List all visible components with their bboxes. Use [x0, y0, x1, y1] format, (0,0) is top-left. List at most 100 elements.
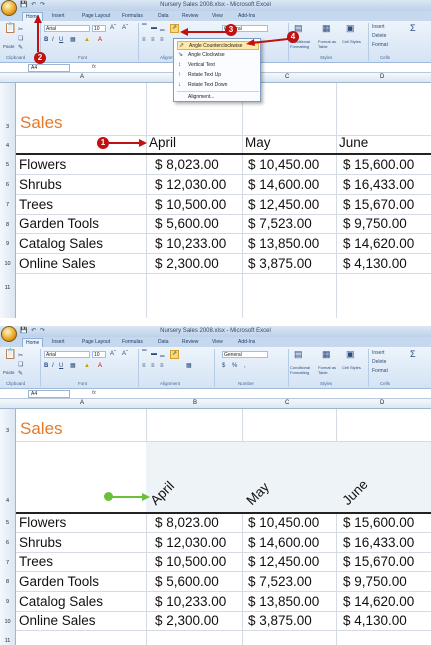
paste-label[interactable]: Paste [3, 43, 15, 50]
sheet-title[interactable]: Sales [20, 419, 63, 439]
product-cell[interactable]: Garden Tools [19, 215, 99, 232]
cut-icon[interactable]: ✂ [18, 353, 23, 360]
menu-item-rotate-text-down[interactable]: ↓ Rotate Text Down [177, 81, 259, 90]
tab-view[interactable]: View [212, 339, 223, 345]
conditional-formatting-label[interactable]: Conditional Formatting [290, 365, 316, 375]
paste-icon[interactable]: 📋 [4, 24, 16, 34]
shrink-font-icon[interactable]: Aˇ [122, 351, 128, 358]
tab-insert[interactable]: Insert [52, 13, 65, 19]
june-value[interactable]: $ 14,620.00 [343, 235, 414, 252]
align-bottom-icon[interactable]: ▁ [160, 25, 165, 32]
align-center-icon[interactable]: ≡ [151, 37, 155, 44]
may-value[interactable]: $ 7,523.00 [248, 215, 312, 232]
june-value[interactable]: $ 9,750.00 [343, 215, 407, 232]
june-value[interactable]: $ 14,620.00 [343, 593, 414, 610]
font-name-box[interactable]: Arial [44, 351, 90, 358]
may-value[interactable]: $ 3,875.00 [248, 255, 312, 272]
fx-icon[interactable]: fx [92, 390, 96, 396]
copy-icon[interactable]: ❏ [18, 362, 23, 369]
april-value[interactable]: $ 10,233.00 [155, 235, 226, 252]
row-header-5[interactable]: 5 [0, 154, 16, 174]
conditional-formatting-icon[interactable]: ▤ [294, 350, 303, 359]
format-table-label[interactable]: Format as Table [318, 39, 342, 49]
sheet-title[interactable]: Sales [20, 113, 63, 133]
april-value[interactable]: $ 10,500.00 [155, 553, 226, 570]
row-header-5[interactable]: 5 [0, 512, 16, 532]
product-cell[interactable]: Online Sales [19, 612, 96, 629]
month-june[interactable]: June [339, 135, 368, 150]
align-middle-icon[interactable]: ▬ [151, 351, 157, 358]
underline-icon[interactable]: U [59, 363, 63, 370]
italic-icon[interactable]: I [52, 363, 54, 370]
quick-access-toolbar[interactable]: 💾 ↶ ↷ [20, 327, 46, 334]
format-painter-icon[interactable]: ✎ [18, 371, 23, 378]
tab-review[interactable]: Review [182, 13, 198, 19]
font-size-box[interactable]: 10 [92, 25, 106, 32]
row-header-11[interactable]: 11 [0, 273, 16, 318]
april-value[interactable]: $ 12,030.00 [155, 534, 226, 551]
menu-item-alignment-dialog[interactable]: Alignment... [177, 93, 259, 102]
worksheet-grid[interactable]: Sales April May June Flowers Shrubs Tree… [16, 83, 431, 318]
name-box[interactable]: A4 [28, 390, 70, 398]
row-header-9[interactable]: 9 [0, 233, 16, 253]
row-header-8[interactable]: 8 [0, 571, 16, 591]
italic-icon[interactable]: I [52, 37, 54, 44]
cell-styles-icon[interactable]: ▣ [346, 24, 355, 33]
row-header-10[interactable]: 10 [0, 611, 16, 630]
cell-styles-label[interactable]: Cell Styles [342, 39, 362, 44]
june-value[interactable]: $ 15,670.00 [343, 196, 414, 213]
paste-label[interactable]: Paste [3, 369, 15, 376]
align-center-icon[interactable]: ≡ [151, 363, 155, 370]
april-value[interactable]: $ 8,023.00 [155, 514, 219, 531]
delete-cells-button[interactable]: Delete [372, 359, 386, 366]
tab-add-ins[interactable]: Add-Ins [238, 339, 255, 345]
autosum-icon[interactable]: Σ [410, 24, 416, 33]
product-cell[interactable]: Garden Tools [19, 573, 99, 590]
autosum-icon[interactable]: Σ [410, 350, 416, 359]
row-header-7[interactable]: 7 [0, 194, 16, 214]
orientation-icon[interactable]: ⇗ [170, 350, 180, 359]
product-cell[interactable]: Online Sales [19, 255, 96, 272]
column-header-d[interactable]: D [380, 74, 384, 80]
may-value[interactable]: $ 12,450.00 [248, 196, 319, 213]
month-may[interactable]: May [245, 135, 271, 150]
april-value[interactable]: $ 5,600.00 [155, 573, 219, 590]
percent-icon[interactable]: % [232, 363, 237, 370]
fill-color-icon[interactable]: ▲ [84, 363, 90, 370]
font-color-icon[interactable]: A [98, 37, 102, 44]
tab-page-layout[interactable]: Page Layout [82, 339, 110, 345]
row-header-3[interactable]: 3 [0, 83, 16, 135]
menu-item-rotate-text-up[interactable]: ↑ Rotate Text Up [177, 71, 259, 80]
currency-icon[interactable]: $ [222, 363, 225, 370]
row-header-9[interactable]: 9 [0, 591, 16, 611]
delete-cells-button[interactable]: Delete [372, 33, 386, 40]
fill-color-icon[interactable]: ▲ [84, 37, 90, 44]
copy-icon[interactable]: ❏ [18, 36, 23, 43]
align-left-icon[interactable]: ≡ [142, 363, 146, 370]
font-name-box[interactable]: Arial [44, 25, 90, 32]
row-header-4[interactable]: 4 [0, 441, 16, 512]
tab-review[interactable]: Review [182, 339, 198, 345]
tab-add-ins[interactable]: Add-Ins [238, 13, 255, 19]
column-header-c[interactable]: C [285, 74, 289, 80]
grow-font-icon[interactable]: Aˆ [110, 351, 116, 358]
align-top-icon[interactable]: ▔ [142, 25, 147, 32]
april-value[interactable]: $ 8,023.00 [155, 156, 219, 173]
may-value[interactable]: $ 10,450.00 [248, 514, 319, 531]
insert-cells-button[interactable]: Insert [372, 350, 385, 357]
row-header-3[interactable]: 3 [0, 409, 16, 441]
menu-item-angle-clockwise[interactable]: ⇘ Angle Clockwise [177, 51, 259, 60]
april-value[interactable]: $ 12,030.00 [155, 176, 226, 193]
product-cell[interactable]: Flowers [19, 514, 66, 531]
worksheet-grid[interactable]: Sales April May June Flowers Shrubs Tree… [16, 409, 431, 645]
june-value[interactable]: $ 16,433.00 [343, 534, 414, 551]
tab-data[interactable]: Data [158, 339, 169, 345]
april-value[interactable]: $ 10,500.00 [155, 196, 226, 213]
align-right-icon[interactable]: ≡ [160, 363, 164, 370]
align-middle-icon[interactable]: ▬ [151, 25, 157, 32]
format-cells-button[interactable]: Format [372, 42, 388, 49]
menu-item-vertical-text[interactable]: ↕ Vertical Text [177, 61, 259, 70]
merge-center-icon[interactable]: ▦ [186, 363, 192, 370]
align-top-icon[interactable]: ▔ [142, 351, 147, 358]
format-table-icon[interactable]: ▦ [322, 24, 331, 33]
